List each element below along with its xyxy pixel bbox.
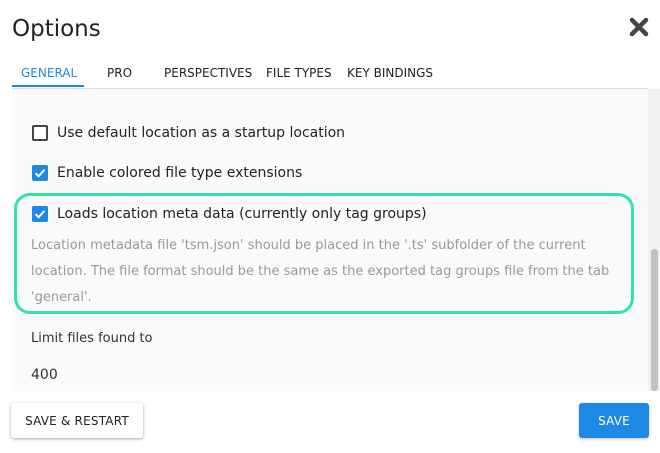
- colored-extensions-label: Enable colored file type extensions: [57, 165, 303, 181]
- save-and-restart-button[interactable]: SAVE & RESTART: [11, 403, 143, 438]
- colored-extensions-checkbox[interactable]: [32, 165, 48, 181]
- location-meta-checkbox[interactable]: [32, 206, 48, 222]
- close-icon: [629, 17, 649, 37]
- close-button[interactable]: [623, 12, 655, 44]
- tab-general[interactable]: GENERAL: [21, 66, 77, 80]
- default-location-checkbox[interactable]: [32, 125, 48, 141]
- location-meta-option[interactable]: Loads location meta data (currently only…: [32, 203, 427, 225]
- checkmark-icon: [34, 169, 46, 178]
- save-button[interactable]: SAVE: [579, 403, 649, 438]
- scrollbar-thumb[interactable]: [651, 249, 658, 391]
- tab-perspectives[interactable]: PERSPECTIVES: [164, 66, 252, 80]
- limit-files-label: Limit files found to: [31, 331, 153, 346]
- active-tab-indicator: [12, 85, 84, 87]
- tab-file-types[interactable]: FILE TYPES: [266, 66, 332, 80]
- scrollbar[interactable]: [648, 89, 660, 391]
- limit-files-input[interactable]: 400: [31, 367, 611, 389]
- tab-pro[interactable]: PRO: [107, 66, 132, 80]
- default-location-option[interactable]: Use default location as a startup locati…: [32, 122, 345, 144]
- checkmark-icon: [34, 210, 46, 219]
- location-meta-label: Loads location meta data (currently only…: [57, 206, 427, 222]
- colored-extensions-option[interactable]: Enable colored file type extensions: [32, 162, 302, 184]
- dialog-title: Options: [12, 16, 101, 42]
- tab-bar: GENERAL PRO PERSPECTIVES FILE TYPES KEY …: [12, 60, 652, 88]
- options-dialog: Options GENERAL PRO PERSPECTIVES FILE TY…: [0, 0, 660, 453]
- settings-panel: Use default location as a startup locati…: [12, 89, 648, 391]
- location-meta-hint: Location metadata file 'tsm.json' should…: [31, 238, 610, 305]
- default-location-label: Use default location as a startup locati…: [57, 125, 346, 141]
- tab-key-bindings[interactable]: KEY BINDINGS: [347, 66, 433, 80]
